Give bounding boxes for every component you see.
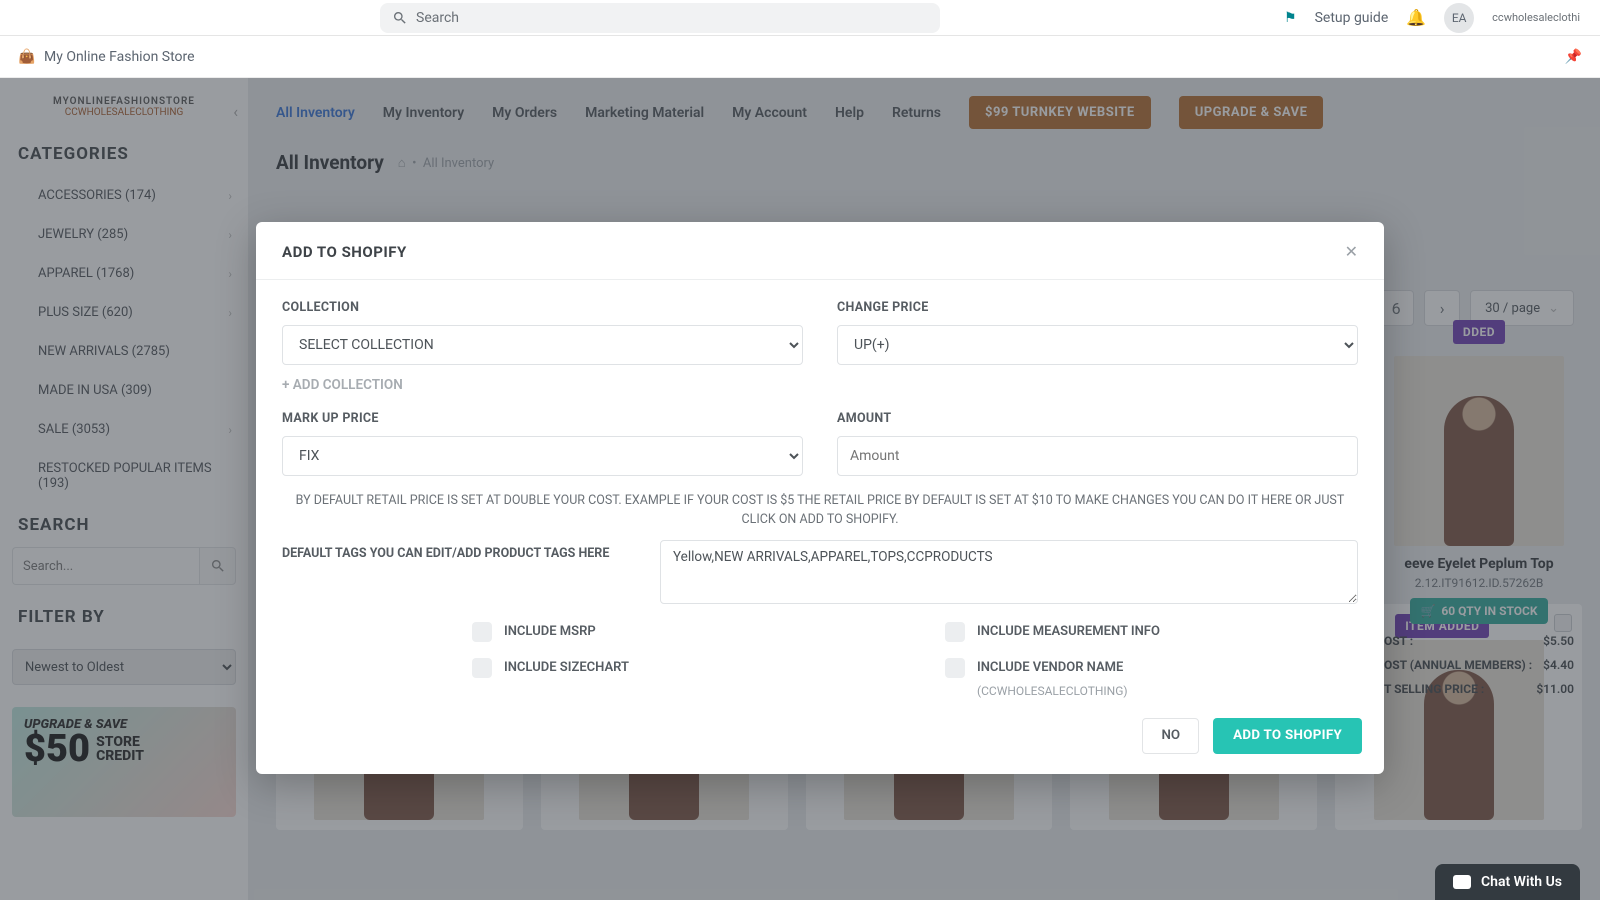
app-titlebar: 👜 My Online Fashion Store 📌	[0, 36, 1600, 78]
collection-label: COLLECTION	[282, 300, 803, 315]
bell-icon[interactable]: 🔔	[1406, 8, 1426, 27]
avatar[interactable]: EA	[1444, 3, 1474, 33]
vendor-sub: (CCWHOLESALECLOTHING)	[977, 684, 1358, 698]
chat-widget[interactable]: Chat With Us	[1435, 864, 1580, 900]
user-info: ccwholesaleclothi	[1492, 11, 1580, 24]
topbar-right: ⚑ Setup guide 🔔 EA ccwholesaleclothi	[1284, 3, 1580, 33]
setup-flag-icon: ⚑	[1284, 10, 1297, 26]
include-sizechart-checkbox[interactable]: INCLUDE SIZECHART	[472, 658, 885, 678]
global-search-placeholder: Search	[416, 10, 459, 26]
user-store: ccwholesaleclothi	[1492, 11, 1580, 24]
markup-select[interactable]: FIX	[282, 436, 803, 476]
add-to-shopify-modal: ADD TO SHOPIFY ✕ COLLECTION SELECT COLLE…	[256, 222, 1384, 774]
modal-title: ADD TO SHOPIFY	[282, 243, 407, 261]
app-icon: 👜	[18, 48, 36, 66]
shopify-topbar: Search ⚑ Setup guide 🔔 EA ccwholesaleclo…	[0, 0, 1600, 36]
pricing-note: BY DEFAULT RETAIL PRICE IS SET AT DOUBLE…	[292, 492, 1348, 530]
amount-input[interactable]	[837, 436, 1358, 476]
tags-label: DEFAULT TAGS YOU CAN EDIT/ADD PRODUCT TA…	[282, 540, 632, 604]
tags-textarea[interactable]	[660, 540, 1358, 604]
setup-guide-link[interactable]: Setup guide	[1315, 10, 1389, 26]
change-price-label: CHANGE PRICE	[837, 300, 1358, 315]
pin-icon[interactable]: 📌	[1565, 49, 1582, 65]
close-icon[interactable]: ✕	[1345, 242, 1358, 261]
change-price-select[interactable]: UP(+)	[837, 325, 1358, 365]
chat-icon	[1453, 875, 1471, 889]
app-title: My Online Fashion Store	[44, 49, 195, 65]
collection-select[interactable]: SELECT COLLECTION	[282, 325, 803, 365]
markup-label: MARK UP PRICE	[282, 411, 803, 426]
include-vendor-checkbox[interactable]: INCLUDE VENDOR NAME	[945, 658, 1358, 678]
global-search[interactable]: Search	[380, 3, 940, 33]
add-collection-link[interactable]: + ADD COLLECTION	[282, 377, 403, 393]
search-icon	[392, 10, 408, 26]
add-to-shopify-button[interactable]: ADD TO SHOPIFY	[1213, 718, 1362, 754]
include-msrp-checkbox[interactable]: INCLUDE MSRP	[472, 622, 885, 642]
amount-label: AMOUNT	[837, 411, 1358, 426]
include-measurement-checkbox[interactable]: INCLUDE MEASUREMENT INFO	[945, 622, 1358, 642]
no-button[interactable]: NO	[1142, 718, 1199, 754]
